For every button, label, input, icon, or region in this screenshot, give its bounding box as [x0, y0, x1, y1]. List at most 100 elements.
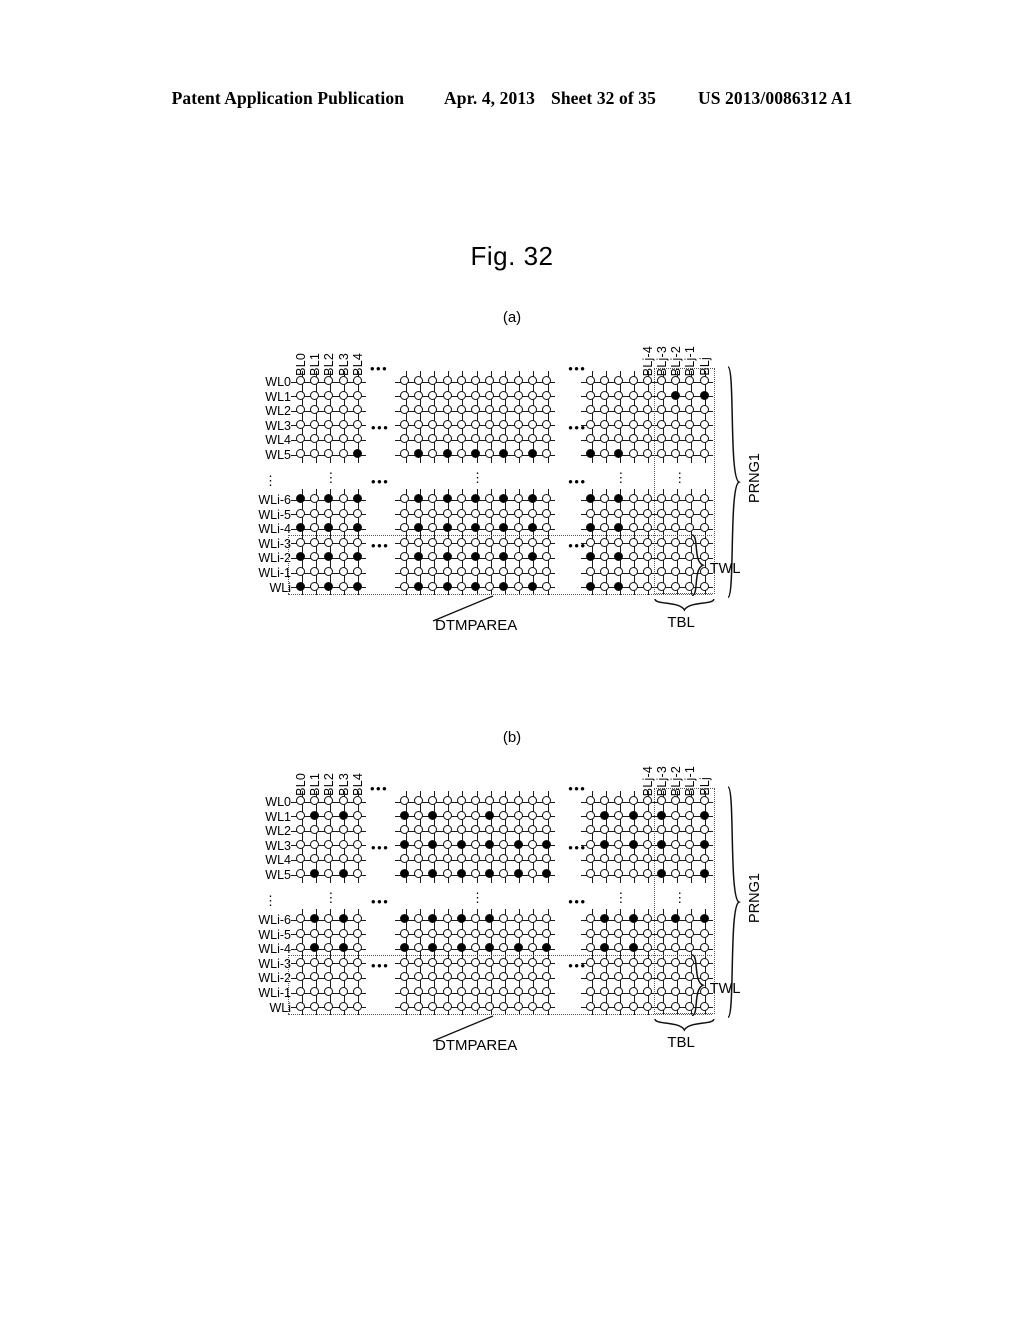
memory-cell-erased [428, 376, 438, 385]
memory-cell-erased [338, 567, 348, 576]
memory-cell-erased [310, 972, 320, 982]
memory-cell-programmed [296, 523, 305, 533]
memory-cell-erased [456, 854, 466, 864]
memory-cell-erased [400, 825, 409, 835]
memory-cell-programmed [352, 552, 362, 562]
memory-cell-erased [642, 854, 652, 864]
memory-cell-erased [471, 405, 480, 415]
memory-cell-erased [499, 854, 509, 864]
memory-cell-erased [310, 987, 320, 996]
bitline-ellipsis: ••• [568, 361, 587, 376]
memory-cell-erased [352, 943, 362, 953]
memory-cell-erased [628, 796, 638, 805]
wordline-label: WLi-1 [258, 566, 291, 580]
dtmparea-label: DTMPAREA [435, 617, 518, 635]
memory-cell-erased [499, 434, 509, 444]
memory-cell-programmed [513, 839, 523, 849]
memory-cell-programmed [414, 494, 424, 503]
memory-cell-erased [642, 376, 652, 385]
memory-cell-erased [499, 567, 509, 576]
memory-cell-erased [527, 419, 537, 429]
memory-cell-erased [400, 581, 409, 591]
memory-cell-erased [542, 508, 551, 518]
twl-label: TWL [709, 561, 741, 577]
wordline-label: WLi-3 [258, 956, 291, 971]
memory-cell-programmed [428, 869, 438, 878]
memory-cell-programmed [456, 943, 466, 953]
memory-cell-erased [586, 943, 595, 953]
array-ellipsis: ••• [371, 473, 390, 489]
memory-cell-programmed [586, 552, 595, 562]
memory-cell-erased [499, 508, 509, 518]
array-ellipsis: ⋮ [614, 889, 628, 905]
memory-cell-erased [414, 405, 424, 415]
memory-cell-erased [338, 419, 348, 429]
memory-cell-erased [614, 434, 624, 444]
memory-cell-erased [527, 914, 537, 923]
memory-cell-programmed [352, 494, 362, 503]
memory-cell-erased [499, 537, 509, 547]
wordline-label: WLi-4 [258, 942, 291, 957]
memory-cell-erased [513, 796, 523, 805]
memory-cell-erased [352, 839, 362, 849]
memory-cell-erased [600, 494, 610, 503]
memory-cell-erased [428, 987, 438, 996]
cell-block-bottom-left [291, 909, 367, 1016]
memory-cell-erased [642, 987, 652, 996]
memory-cell-erased [310, 419, 320, 429]
tbl-label: TBL [667, 1034, 695, 1052]
memory-cell-erased [324, 567, 334, 576]
memory-cell-erased [527, 1001, 537, 1011]
memory-cell-erased [614, 567, 624, 576]
memory-cell-programmed [527, 494, 537, 503]
memory-cell-erased [442, 839, 452, 849]
memory-cell-erased [428, 494, 438, 503]
memory-cell-erased [485, 987, 495, 996]
memory-cell-erased [471, 434, 480, 444]
memory-cell-programmed [456, 839, 466, 849]
memory-cell-programmed [324, 523, 334, 533]
memory-cell-erased [414, 943, 424, 953]
memory-cell-erased [352, 508, 362, 518]
memory-cell-erased [471, 972, 480, 982]
array-ellipsis: ••• [568, 419, 587, 435]
memory-cell-erased [527, 796, 537, 805]
memory-cell-erased [513, 957, 523, 967]
memory-cell-erased [499, 839, 509, 849]
memory-cell-erased [414, 854, 424, 864]
memory-cell-erased [296, 449, 305, 458]
bitline-ellipsis: ••• [370, 781, 389, 796]
memory-cell-erased [600, 419, 610, 429]
memory-cell-programmed [485, 839, 495, 849]
memory-cell-erased [442, 854, 452, 864]
memory-cell-erased [428, 537, 438, 547]
memory-cell-erased [527, 854, 537, 864]
memory-cell-erased [513, 537, 523, 547]
memory-cell-programmed [527, 581, 537, 591]
memory-cell-erased [642, 943, 652, 953]
memory-cell-erased [471, 508, 480, 518]
memory-cell-erased [414, 1001, 424, 1011]
memory-cell-erased [310, 839, 320, 849]
memory-cell-erased [614, 839, 624, 849]
memory-cell-erased [527, 928, 537, 938]
cell-block-bottom-left [291, 489, 367, 596]
memory-cell-programmed [471, 552, 480, 562]
memory-cell-erased [456, 390, 466, 400]
memory-cell-erased [428, 928, 438, 938]
memory-cell-erased [400, 928, 409, 938]
wordline-label: WL0 [265, 375, 291, 389]
memory-cell-erased [400, 854, 409, 864]
memory-cell-erased [614, 508, 624, 518]
memory-cell-erased [442, 914, 452, 923]
memory-cell-erased [352, 567, 362, 576]
memory-cell-erased [414, 914, 424, 923]
memory-cell-erased [442, 419, 452, 429]
memory-cell-erased [428, 854, 438, 864]
wordline-ellipsis: ⋮ [264, 472, 277, 488]
memory-cell-programmed [400, 869, 409, 878]
memory-cell-erased [499, 825, 509, 835]
memory-cell-erased [485, 537, 495, 547]
memory-cell-erased [485, 567, 495, 576]
memory-cell-erased [324, 914, 334, 923]
